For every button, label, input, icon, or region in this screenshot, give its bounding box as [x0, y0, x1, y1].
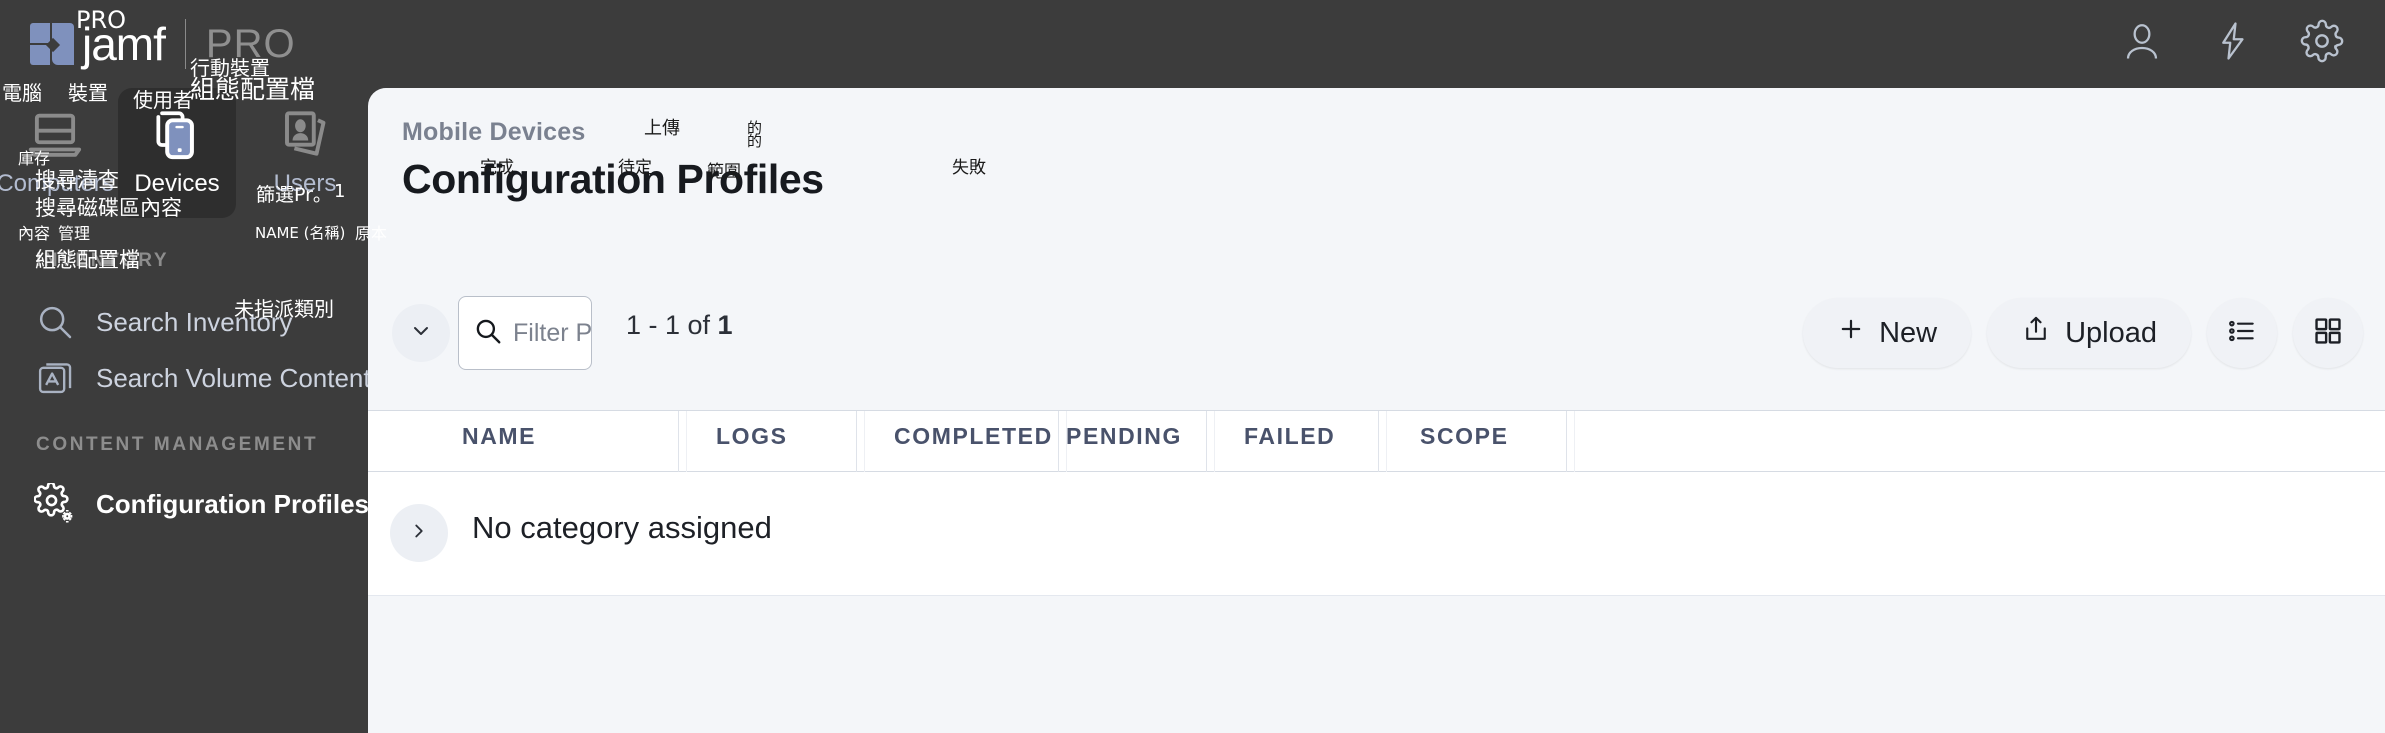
brand-divider	[184, 19, 186, 69]
toolbar-actions: New Upload	[1803, 298, 2363, 368]
column-header-completed[interactable]: COMPLETED	[894, 423, 1053, 450]
upload-button[interactable]: Upload	[1987, 298, 2191, 368]
column-header-name[interactable]: NAME	[462, 423, 536, 450]
sidebar-group-content-management: CONTENT MANAGEMENT	[36, 434, 319, 455]
sidebar-item-configuration-profiles[interactable]: Configuration Profiles	[0, 476, 369, 532]
search-icon	[34, 301, 76, 343]
mobile-device-icon	[149, 106, 205, 164]
column-header-scope[interactable]: SCOPE	[1420, 423, 1509, 450]
result-count: 1 - 1 of 1	[626, 310, 733, 341]
users-card-icon	[275, 106, 335, 164]
filter-placeholder: Filter Pr	[513, 318, 592, 347]
list-view-icon	[2226, 315, 2258, 352]
toolbar: Filter Pr 1 - 1 of 1 New Upload	[368, 274, 2385, 410]
plus-icon	[1837, 315, 1865, 351]
new-button[interactable]: New	[1803, 298, 1972, 368]
sidebar-item-label: Search Volume Content	[96, 362, 371, 393]
sidebar-group-inventory: INVENTORY	[36, 250, 170, 271]
brand-name: jamf	[82, 18, 166, 70]
primary-nav-tiles: Computers Devices Users	[0, 88, 368, 218]
grid-view-button[interactable]	[2293, 298, 2363, 368]
bolt-icon[interactable]	[2209, 18, 2255, 64]
app-store-icon	[34, 357, 76, 399]
top-bar-actions	[2119, 18, 2345, 64]
nav-tile-computers[interactable]: Computers	[0, 88, 114, 218]
sidebar-item-label: Search Inventory	[96, 306, 293, 337]
jamf-pro-logo[interactable]: jamf PRO	[28, 16, 296, 72]
app-root: jamf PRO Computers Devices Users INVENTO…	[0, 0, 2385, 733]
panel-header: Mobile Devices Configuration Profiles	[368, 88, 2385, 274]
search-icon	[473, 316, 503, 351]
sidebar-item-label: Configuration Profiles	[96, 488, 369, 519]
upload-button-label: Upload	[2065, 316, 2157, 349]
result-count-total: 1	[717, 310, 733, 340]
sidebar-item-search-inventory[interactable]: Search Inventory	[0, 294, 368, 350]
table-row[interactable]: No category assigned	[368, 472, 2385, 596]
result-count-prefix: 1 - 1 of	[626, 310, 718, 340]
column-header-pending[interactable]: PENDING	[1066, 423, 1182, 450]
column-header-logs[interactable]: LOGS	[716, 423, 788, 450]
main-panel: Mobile Devices Configuration Profiles Fi…	[368, 88, 2385, 733]
laptop-icon	[26, 106, 84, 164]
jamf-logo-icon	[28, 20, 76, 68]
top-bar: jamf PRO	[0, 0, 2385, 88]
brand-edition: PRO	[205, 22, 296, 66]
chevron-right-icon	[408, 520, 430, 547]
upload-icon	[2021, 314, 2051, 352]
settings-gear-icon[interactable]	[2299, 18, 2345, 64]
gears-icon	[34, 483, 76, 525]
nav-tile-devices[interactable]: Devices	[118, 88, 236, 218]
list-view-button[interactable]	[2207, 298, 2277, 368]
user-account-icon[interactable]	[2119, 18, 2165, 64]
table-header: NAME LOGS COMPLETED PENDING FAILED SCOPE	[368, 410, 2385, 473]
sidebar: INVENTORY Search Inventory Search Volume…	[0, 218, 371, 733]
breadcrumb[interactable]: Mobile Devices	[402, 118, 585, 147]
row-label: No category assigned	[472, 510, 772, 545]
column-header-failed[interactable]: FAILED	[1244, 423, 1335, 450]
nav-tile-label: Computers	[0, 170, 114, 197]
nav-tile-label: Devices	[134, 170, 220, 197]
nav-tile-label: Users	[273, 170, 337, 197]
expand-row-button[interactable]	[390, 504, 448, 562]
new-button-label: New	[1879, 316, 1938, 349]
filter-input[interactable]: Filter Pr	[458, 296, 592, 370]
collapse-all-button[interactable]	[392, 304, 450, 362]
grid-view-icon	[2312, 315, 2344, 352]
nav-tile-users[interactable]: Users	[246, 88, 364, 218]
sidebar-item-search-volume-content[interactable]: Search Volume Content	[0, 350, 371, 406]
page-title: Configuration Profiles	[402, 156, 824, 202]
chevron-down-icon	[409, 319, 433, 348]
